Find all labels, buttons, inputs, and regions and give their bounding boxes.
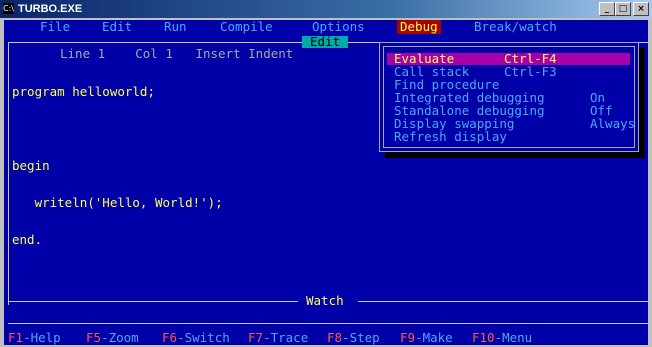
turbo-window: C:\ TURBO.EXE _ □ × File Edit Run Compil…: [0, 0, 652, 347]
menu-file[interactable]: File: [40, 20, 70, 33]
code-line[interactable]: writeln('Hello, World!');: [12, 196, 223, 210]
menu-debug[interactable]: Debug: [397, 20, 441, 34]
menu-break-watch[interactable]: Break/watch: [474, 20, 557, 33]
fkey-switch[interactable]: F6-Switch: [162, 331, 230, 344]
minimize-button[interactable]: _: [599, 2, 615, 16]
code-line[interactable]: begin: [12, 159, 223, 173]
menu-compile[interactable]: Compile: [220, 20, 273, 33]
title-bar[interactable]: C:\ TURBO.EXE _ □ ×: [0, 0, 652, 18]
close-button[interactable]: ×: [633, 2, 649, 16]
edit-window-title[interactable]: Edit: [302, 35, 349, 48]
console-app-icon[interactable]: C:\: [3, 3, 14, 14]
maximize-button[interactable]: □: [615, 2, 631, 16]
code-line[interactable]: end.: [12, 233, 223, 247]
menu-bar: File Edit Run Compile Options Debug Brea…: [4, 20, 648, 34]
menu-options[interactable]: Options: [312, 20, 365, 33]
function-key-bar: F1-Help F5-Zoom F6-Switch F7-Trace F8-St…: [4, 331, 648, 345]
watch-divider-right: [358, 301, 648, 302]
fkey-step[interactable]: F8-Step: [327, 331, 380, 344]
debug-dropdown-menu: Evaluate Ctrl-F4 Call stack Ctrl-F3 Find p…: [379, 42, 639, 152]
watch-divider-left: [8, 301, 298, 302]
menu-edit[interactable]: Edit: [102, 20, 132, 33]
fkey-help[interactable]: F1-Help: [8, 331, 61, 344]
menu-run[interactable]: Run: [164, 20, 187, 33]
menu-item-refresh-display[interactable]: Refresh display: [394, 130, 507, 143]
code-line[interactable]: program helloworld;: [12, 85, 223, 99]
fkey-zoom[interactable]: F5-Zoom: [86, 331, 139, 344]
debug-menu-border: Evaluate Ctrl-F4 Call stack Ctrl-F3 Find p…: [383, 46, 635, 148]
window-title: TURBO.EXE: [18, 3, 83, 15]
fkey-menu[interactable]: F10-Menu: [472, 331, 532, 344]
code-line[interactable]: [12, 123, 223, 136]
editor-status-line: Line 1 Col 1 Insert Indent: [60, 46, 294, 61]
watch-window-title[interactable]: Watch: [306, 294, 344, 307]
fkey-trace[interactable]: F7-Trace: [248, 331, 308, 344]
fkey-make[interactable]: F9-Make: [400, 331, 453, 344]
code-editor[interactable]: program helloworld; begin writeln('Hello…: [12, 62, 223, 271]
watch-window-bottom: [8, 323, 648, 324]
dos-screen: File Edit Run Compile Options Debug Brea…: [4, 20, 648, 345]
